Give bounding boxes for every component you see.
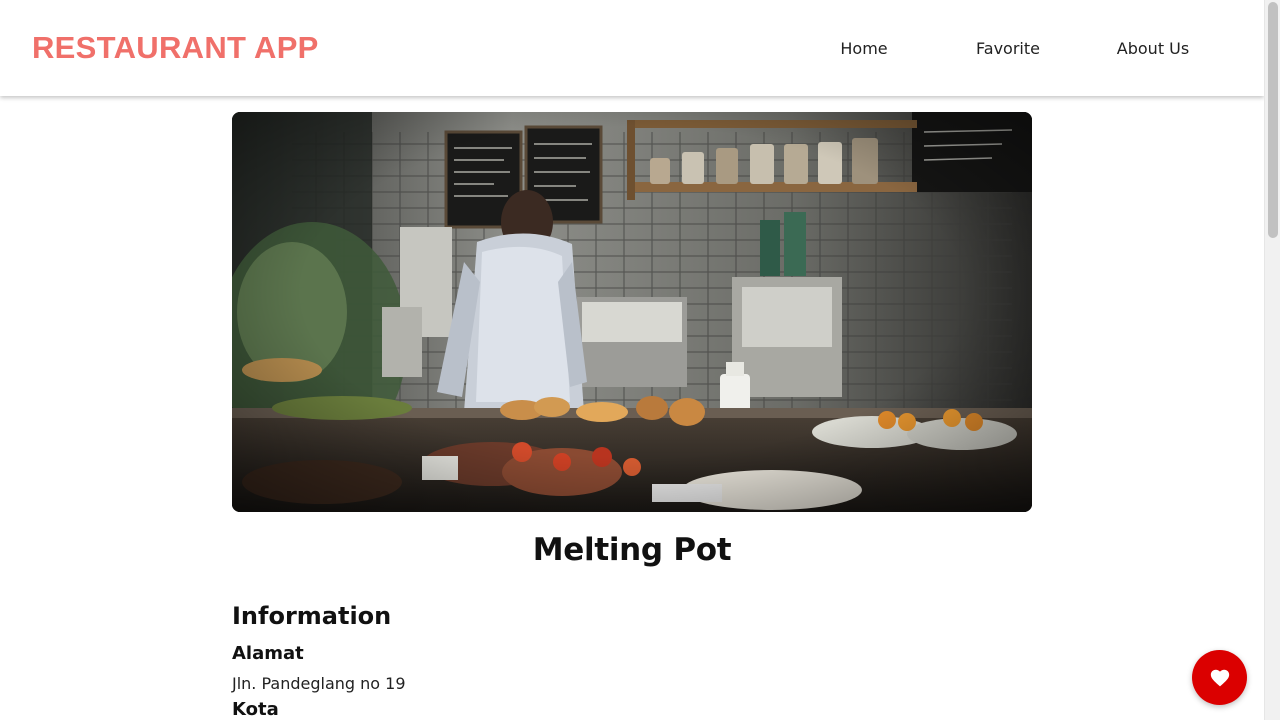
nav-about-us[interactable]: About Us	[1093, 34, 1213, 64]
nav-favorite[interactable]: Favorite	[948, 34, 1068, 64]
main-nav: Home Favorite About Us	[0, 34, 1264, 64]
vertical-scrollbar[interactable]	[1264, 0, 1280, 720]
restaurant-photo	[232, 112, 1032, 512]
city-label: Kota	[232, 699, 279, 720]
cafe-interior-image	[232, 112, 1032, 512]
address-label: Alamat	[232, 643, 304, 664]
favorite-button[interactable]	[1192, 650, 1247, 705]
address-value: Jln. Pandeglang no 19	[232, 674, 406, 693]
information-heading: Information	[232, 602, 392, 630]
scrollbar-thumb[interactable]	[1268, 2, 1278, 238]
nav-home[interactable]: Home	[804, 34, 924, 64]
app-bar: RESTAURANT APP Home Favorite About Us	[0, 0, 1264, 96]
heart-icon	[1210, 669, 1229, 686]
page-viewport: RESTAURANT APP Home Favorite About Us Me…	[0, 0, 1280, 720]
restaurant-name: Melting Pot	[532, 532, 732, 568]
